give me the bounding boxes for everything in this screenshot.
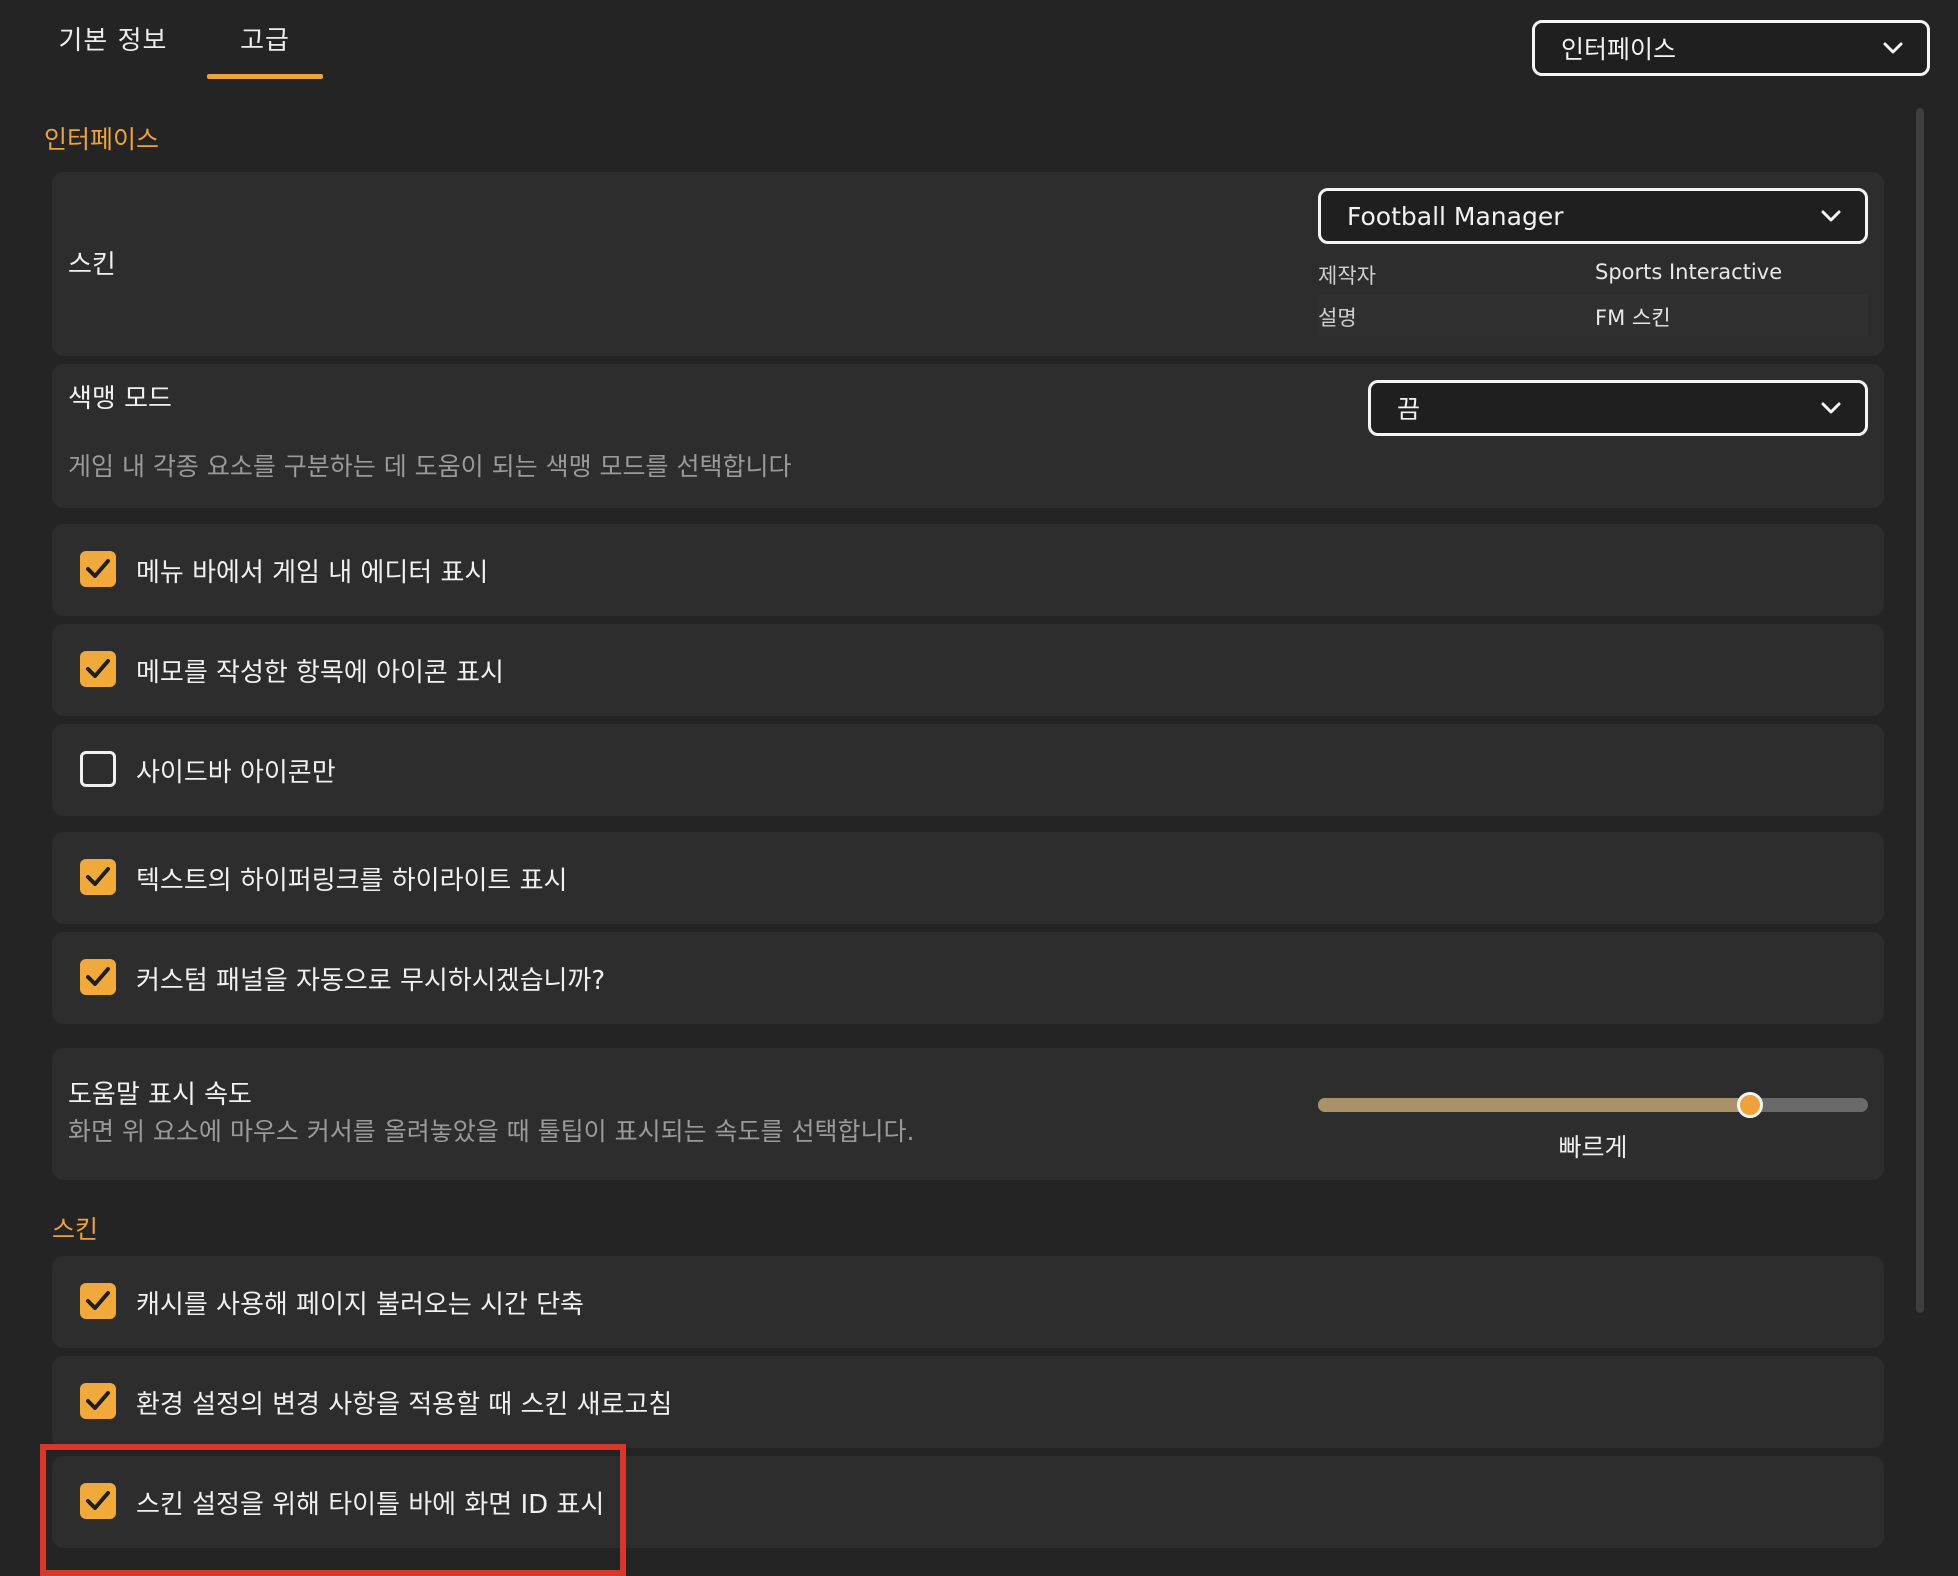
checkmark-icon — [86, 659, 110, 678]
option-label: 텍스트의 하이퍼링크를 하이라이트 표시 — [136, 865, 568, 896]
skin-select[interactable]: Football Manager — [1318, 188, 1868, 244]
tab-advanced[interactable]: 고급 — [207, 20, 323, 80]
checkbox-checked[interactable] — [80, 551, 116, 587]
option-label: 환경 설정의 변경 사항을 적용할 때 스킨 새로고침 — [136, 1389, 673, 1420]
highlight-annotation-box — [40, 1444, 626, 1576]
option-row-reload-skin[interactable]: 환경 설정의 변경 사항을 적용할 때 스킨 새로고침 — [52, 1356, 1884, 1448]
active-tab-indicator — [207, 74, 323, 79]
option-row-highlight-links[interactable]: 텍스트의 하이퍼링크를 하이라이트 표시 — [52, 832, 1884, 924]
colorblind-select-value: 끔 — [1397, 395, 1421, 424]
checkbox-checked[interactable] — [80, 1283, 116, 1319]
checkbox-checked[interactable] — [80, 859, 116, 895]
slider-fill — [1318, 1098, 1750, 1112]
section-heading-skin: 스킨 — [52, 1215, 99, 1244]
checkbox-checked[interactable] — [80, 1383, 116, 1419]
section-heading-interface: 인터페이스 — [44, 125, 160, 154]
option-row-ignore-custom-panels[interactable]: 커스텀 패널을 자동으로 무시하시겠습니까? — [52, 932, 1884, 1024]
tab-basic-info[interactable]: 기본 정보 — [58, 20, 168, 80]
option-label: 메뉴 바에서 게임 내 에디터 표시 — [136, 557, 489, 588]
tooltip-speed-slider[interactable] — [1318, 1092, 1868, 1118]
skin-author-key: 제작자 — [1318, 264, 1376, 288]
checkbox-checked[interactable] — [80, 651, 116, 687]
vertical-scrollbar[interactable] — [1916, 108, 1924, 1313]
category-select[interactable]: 인터페이스 — [1532, 20, 1930, 76]
skin-title: 스킨 — [68, 250, 116, 280]
skin-author-value: Sports Interactive — [1595, 260, 1783, 284]
chevron-down-icon — [1883, 42, 1903, 54]
skin-setting-card: 스킨 Football Manager 제작자 Sports Interacti… — [52, 172, 1884, 356]
checkbox-checked[interactable] — [80, 959, 116, 995]
chevron-down-icon — [1821, 402, 1841, 414]
tooltip-speed-value: 빠르게 — [1558, 1133, 1628, 1162]
option-label: 메모를 작성한 항목에 아이콘 표시 — [136, 657, 504, 688]
checkmark-icon — [86, 867, 110, 886]
tooltip-speed-title: 도움말 표시 속도 — [68, 1080, 252, 1110]
colorblind-setting-card: 색맹 모드 게임 내 각종 요소를 구분하는 데 도움이 되는 색맹 모드를 선… — [52, 364, 1884, 508]
option-row-cache-pages[interactable]: 캐시를 사용해 페이지 불러오는 시간 단축 — [52, 1256, 1884, 1348]
checkmark-icon — [86, 1391, 110, 1410]
colorblind-title: 색맹 모드 — [68, 384, 172, 414]
option-row-show-editor[interactable]: 메뉴 바에서 게임 내 에디터 표시 — [52, 524, 1884, 616]
option-row-sidebar-icons-only[interactable]: 사이드바 아이콘만 — [52, 724, 1884, 816]
checkbox-unchecked[interactable] — [80, 751, 116, 787]
slider-thumb[interactable] — [1736, 1092, 1763, 1118]
skin-description-row: 설명 FM 스킨 — [1318, 294, 1868, 336]
skin-description-key: 설명 — [1318, 306, 1357, 330]
checkmark-icon — [86, 967, 110, 986]
option-row-note-icons[interactable]: 메모를 작성한 항목에 아이콘 표시 — [52, 624, 1884, 716]
tooltip-speed-description: 화면 위 요소에 마우스 커서를 올려놓았을 때 툴팁이 표시되는 속도를 선택… — [68, 1117, 915, 1146]
skin-author-row: 제작자 Sports Interactive — [1318, 252, 1868, 294]
option-label: 커스텀 패널을 자동으로 무시하시겠습니까? — [136, 965, 606, 996]
skin-description-value: FM 스킨 — [1595, 306, 1671, 330]
checkmark-icon — [86, 1291, 110, 1310]
option-label: 사이드바 아이콘만 — [136, 757, 336, 788]
checkmark-icon — [86, 559, 110, 578]
colorblind-description: 게임 내 각종 요소를 구분하는 데 도움이 되는 색맹 모드를 선택합니다 — [68, 452, 792, 481]
tooltip-speed-card: 도움말 표시 속도 화면 위 요소에 마우스 커서를 올려놓았을 때 툴팁이 표… — [52, 1048, 1884, 1180]
skin-select-value: Football Manager — [1347, 201, 1564, 231]
category-select-value: 인터페이스 — [1561, 35, 1677, 64]
chevron-down-icon — [1821, 210, 1841, 222]
colorblind-select[interactable]: 끔 — [1368, 380, 1868, 436]
option-label: 캐시를 사용해 페이지 불러오는 시간 단축 — [136, 1289, 584, 1320]
